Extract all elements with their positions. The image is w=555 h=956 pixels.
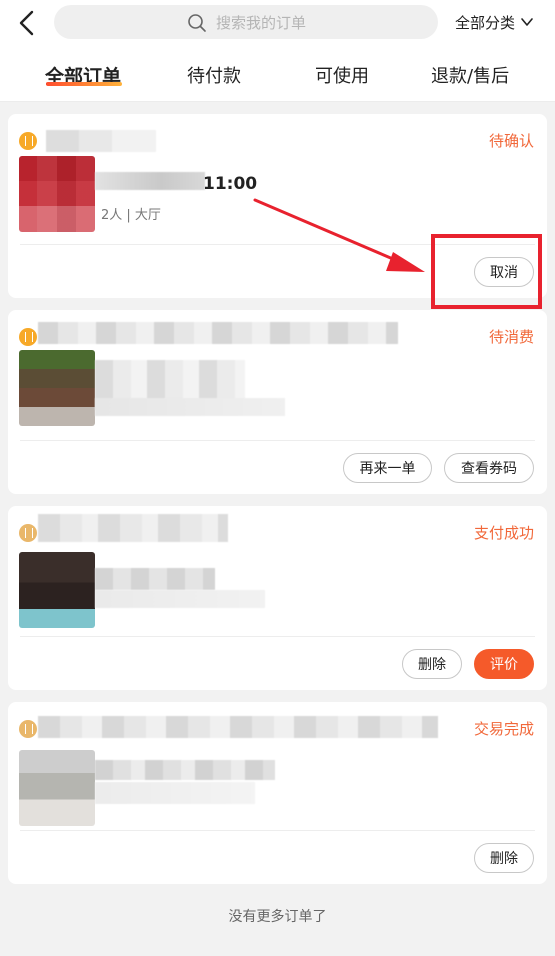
shop-thumbnail[interactable] [19, 750, 95, 826]
shop-thumbnail[interactable] [19, 156, 95, 232]
order-status: 待确认 [488, 132, 534, 150]
no-more-orders-text: 没有更多订单了 [228, 909, 327, 925]
order-detail-redacted [95, 590, 265, 608]
delete-button[interactable]: 删除 [402, 649, 462, 679]
top-bar: 搜索我的订单 全部分类 [0, 0, 555, 46]
order-status: 支付成功 [473, 524, 534, 542]
tab-usable[interactable]: 可使用 [315, 62, 369, 88]
card-divider [20, 440, 535, 441]
shop-name-redacted [38, 322, 398, 344]
order-card[interactable]: 交易完成 删除 [8, 702, 547, 884]
shop-title-redacted [95, 568, 215, 590]
active-tab-indicator [46, 82, 122, 86]
shop-icon [19, 328, 37, 346]
chevron-down-icon[interactable] [520, 15, 534, 29]
shop-title-redacted [95, 760, 275, 780]
card-divider [20, 636, 535, 637]
reservation-time: 11:00 [203, 174, 258, 194]
shop-thumbnail[interactable] [19, 350, 95, 426]
order-detail-redacted [95, 398, 285, 416]
reservation-detail: 2人 | 大厅 [101, 208, 161, 223]
shop-title-redacted [95, 172, 205, 190]
order-status: 待消费 [488, 328, 534, 346]
reorder-button[interactable]: 再来一单 [343, 453, 432, 483]
shop-icon [19, 524, 37, 542]
order-card[interactable]: 支付成功 删除 评价 [8, 506, 547, 690]
search-placeholder: 搜索我的订单 [216, 14, 307, 32]
back-arrow-icon[interactable] [12, 8, 42, 38]
search-icon [188, 14, 206, 32]
order-tabs: 全部订单 待付款 可使用 退款/售后 [0, 46, 555, 102]
tab-refund[interactable]: 退款/售后 [431, 62, 509, 88]
view-voucher-button[interactable]: 查看券码 [444, 453, 534, 483]
tab-pending-payment[interactable]: 待付款 [187, 62, 241, 88]
shop-name-redacted [38, 716, 438, 738]
shop-name-redacted [46, 130, 156, 152]
order-detail-redacted [95, 782, 255, 804]
delete-button[interactable]: 删除 [474, 843, 534, 873]
review-button[interactable]: 评价 [474, 649, 534, 679]
shop-name-redacted [38, 514, 228, 542]
card-divider [20, 830, 535, 831]
shop-icon [19, 132, 37, 150]
category-filter[interactable]: 全部分类 [455, 12, 515, 33]
order-status: 交易完成 [473, 720, 534, 738]
search-box[interactable]: 搜索我的订单 [54, 5, 438, 39]
shop-thumbnail[interactable] [19, 552, 95, 628]
order-card[interactable]: 待消费 再来一单 查看券码 [8, 310, 547, 494]
annotation-highlight-box [431, 234, 542, 309]
shop-icon [19, 720, 37, 738]
